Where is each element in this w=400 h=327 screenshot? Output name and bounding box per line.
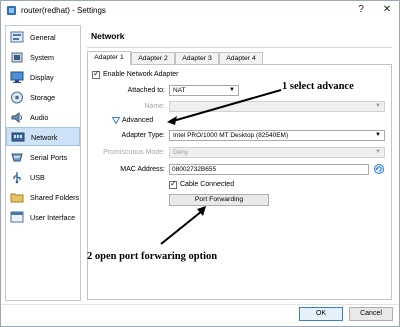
adapter-type-value: Intel PRO/1000 MT Desktop (82540EM) <box>173 132 289 139</box>
sidebar-item-label: Display <box>30 73 54 82</box>
cable-connected-label: Cable Connected <box>180 181 235 188</box>
expand-triangle-icon[interactable] <box>112 117 120 124</box>
advanced-toggle[interactable]: Advanced <box>122 117 153 124</box>
sidebar-item-storage[interactable]: Storage <box>6 88 80 107</box>
sidebar-item-shared-folders[interactable]: Shared Folders <box>6 188 80 207</box>
promiscuous-mode-label: Promiscuous Mode: <box>103 149 165 156</box>
general-icon <box>10 31 24 43</box>
sidebar-item-label: Serial Ports <box>30 153 68 162</box>
sidebar-item-usb[interactable]: USB <box>6 168 80 187</box>
section-title: Network <box>91 31 125 41</box>
attached-to-select[interactable]: NAT ▼ <box>169 85 239 96</box>
sidebar-item-user-interface[interactable]: User Interface <box>6 208 80 227</box>
adapter-panel <box>87 64 392 300</box>
storage-icon <box>11 91 23 104</box>
virtualbox-icon <box>7 6 16 15</box>
title-bar: router(redhat) - Settings ? ✕ <box>1 1 399 21</box>
system-icon <box>11 52 23 63</box>
cable-connected-checkbox[interactable] <box>169 179 177 189</box>
sidebar-item-system[interactable]: System <box>6 48 80 67</box>
name-label: Name: <box>144 103 165 110</box>
tab-adapter-1[interactable]: Adapter 1 <box>87 51 131 65</box>
window-title: router(redhat) - Settings <box>21 6 106 15</box>
chevron-down-icon: ▼ <box>229 87 235 93</box>
sidebar-item-general[interactable]: General <box>6 28 80 47</box>
sidebar-item-network[interactable]: Network <box>6 127 80 146</box>
chevron-down-icon: ▼ <box>375 132 381 138</box>
help-button[interactable]: ? <box>353 3 369 17</box>
ok-button[interactable]: OK <box>299 307 343 321</box>
annotation-step-2: 2 open port forwaring option <box>87 251 218 262</box>
adapter-type-label: Adapter Type: <box>121 132 165 139</box>
sidebar-item-label: Shared Folders <box>30 193 80 202</box>
display-icon <box>10 71 24 83</box>
footer-divider <box>1 304 399 305</box>
mac-address-field[interactable]: 08002732B655 <box>169 164 369 175</box>
sidebar-item-serial-ports[interactable]: Serial Ports <box>6 148 80 167</box>
port-forwarding-button[interactable]: Port Forwarding <box>169 194 269 206</box>
enable-adapter-label: Enable Network Adapter <box>103 71 179 78</box>
promiscuous-mode-value: Deny <box>173 149 189 156</box>
attached-to-value: NAT <box>173 87 186 94</box>
sidebar-item-label: System <box>30 53 54 62</box>
shared-folders-icon <box>10 193 24 203</box>
serial-ports-icon <box>11 153 23 162</box>
chevron-down-icon: ▼ <box>375 103 381 109</box>
network-icon <box>11 132 25 142</box>
annotation-step-1: 1 select advance <box>282 81 354 92</box>
settings-sidebar: General System Display Storage Audio Net… <box>5 25 81 301</box>
cancel-button[interactable]: Cancel <box>349 307 393 321</box>
usb-icon <box>13 172 21 184</box>
refresh-mac-icon[interactable] <box>374 164 384 174</box>
close-button[interactable]: ✕ <box>379 3 395 17</box>
user-interface-icon <box>10 211 24 223</box>
sidebar-item-audio[interactable]: Audio <box>6 108 80 127</box>
sidebar-item-label: USB <box>30 173 45 182</box>
sidebar-item-label: General <box>30 33 56 42</box>
sidebar-item-label: Network <box>31 133 58 142</box>
name-select[interactable]: ▼ <box>169 101 385 112</box>
sidebar-item-label: Storage <box>30 93 56 102</box>
sidebar-item-label: User Interface <box>30 213 76 222</box>
audio-icon <box>11 112 22 123</box>
enable-adapter-checkbox[interactable] <box>92 69 100 79</box>
header-divider <box>87 47 392 48</box>
mac-address-label: MAC Address: <box>120 166 165 173</box>
promiscuous-mode-select[interactable]: Deny ▼ <box>169 147 385 158</box>
sidebar-item-label: Audio <box>30 113 49 122</box>
adapter-type-select[interactable]: Intel PRO/1000 MT Desktop (82540EM) ▼ <box>169 130 385 141</box>
sidebar-item-display[interactable]: Display <box>6 68 80 87</box>
attached-to-label: Attached to: <box>127 87 165 94</box>
chevron-down-icon: ▼ <box>375 149 381 155</box>
settings-window: router(redhat) - Settings ? ✕ General Sy… <box>0 0 400 327</box>
